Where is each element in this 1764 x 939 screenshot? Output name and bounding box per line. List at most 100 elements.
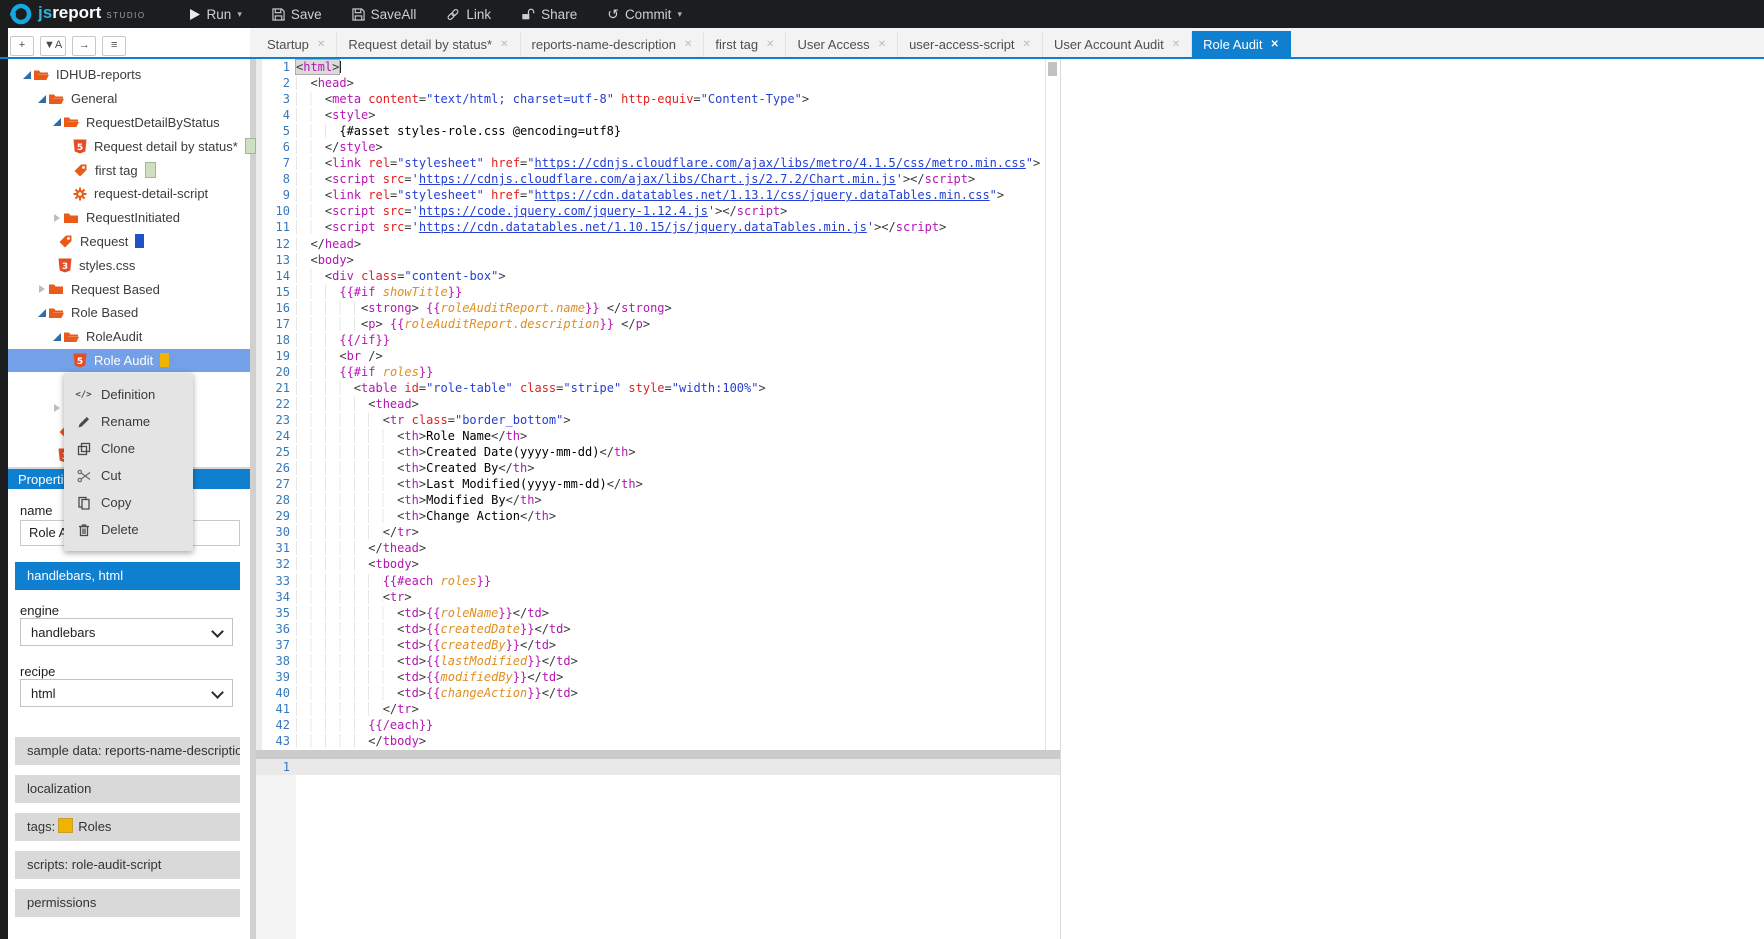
code-line[interactable]: 41 </tr> bbox=[256, 701, 1060, 717]
code-line[interactable]: 37 <td>{{createdBy}}</td> bbox=[256, 637, 1060, 653]
tree-item-general[interactable]: General bbox=[8, 87, 250, 111]
tab-request-detail-by-status-[interactable]: Request detail by status*✕ bbox=[337, 31, 520, 57]
topbar-run-button[interactable]: Run▾ bbox=[188, 7, 242, 22]
code-line[interactable]: 5 {#asset styles-role.css @encoding=utf8… bbox=[256, 123, 1060, 139]
tree-item-request[interactable]: Request bbox=[8, 230, 250, 254]
code-line[interactable]: 43 </tbody> bbox=[256, 733, 1060, 749]
code-line[interactable]: 2 <head> bbox=[256, 75, 1060, 91]
sidebar-toolbar-collapse-button[interactable]: → bbox=[72, 36, 96, 56]
code-line[interactable]: 33 {{#each roles}} bbox=[256, 573, 1060, 589]
topbar-commit-button[interactable]: ↺Commit▾ bbox=[607, 7, 682, 22]
code-line[interactable]: 11 <script src='https://cdn.datatables.n… bbox=[256, 219, 1060, 235]
tree-collapse-arrow-icon[interactable] bbox=[50, 333, 63, 341]
code-line[interactable]: 15 {{#if showTitle}} bbox=[256, 284, 1060, 300]
tree-collapse-arrow-icon[interactable] bbox=[20, 71, 33, 79]
template-type-bar[interactable]: handlebars, html bbox=[15, 562, 240, 590]
code-line[interactable]: 9 <link rel="stylesheet" href="https://c… bbox=[256, 187, 1060, 203]
tab-startup[interactable]: Startup✕ bbox=[256, 31, 337, 57]
tree-item-roleaudit[interactable]: RoleAudit bbox=[8, 325, 250, 349]
tree-item-requestdetailbystatus[interactable]: RequestDetailByStatus bbox=[8, 111, 250, 135]
code-line[interactable]: 7 <link rel="stylesheet" href="https://c… bbox=[256, 155, 1060, 171]
code-line[interactable]: 30 </tr> bbox=[256, 524, 1060, 540]
topbar-link-button[interactable]: Link bbox=[446, 7, 491, 22]
code-line[interactable]: 10 <script src='https://code.jquery.com/… bbox=[256, 203, 1060, 219]
code-line[interactable]: 18 {{/if}} bbox=[256, 332, 1060, 348]
close-icon[interactable]: ✕ bbox=[766, 39, 774, 50]
code-line[interactable]: 36 <td>{{createdDate}}</td> bbox=[256, 621, 1060, 637]
code-line[interactable]: 29 <th>Change Action</th> bbox=[256, 508, 1060, 524]
tab-user-access[interactable]: User Access✕ bbox=[786, 31, 898, 57]
code-line[interactable]: 17 <p> {{roleAuditReport.description}} <… bbox=[256, 316, 1060, 332]
code-line[interactable]: 3 <meta content="text/html; charset=utf-… bbox=[256, 91, 1060, 107]
tab-user-account-audit[interactable]: User Account Audit✕ bbox=[1043, 31, 1192, 57]
tab-first-tag[interactable]: first tag✕ bbox=[704, 31, 786, 57]
code-line[interactable]: 28 <th>Modified By</th> bbox=[256, 492, 1060, 508]
code-line[interactable]: 25 <th>Created Date(yyyy-mm-dd)</th> bbox=[256, 444, 1060, 460]
tree-collapse-arrow-icon[interactable] bbox=[35, 309, 48, 317]
context-menu-item-delete[interactable]: Delete bbox=[64, 516, 193, 543]
code-line[interactable]: 12 </head> bbox=[256, 236, 1060, 252]
code-line[interactable]: 19 <br /> bbox=[256, 348, 1060, 364]
code-line[interactable]: 42 {{/each}} bbox=[256, 717, 1060, 733]
code-line[interactable]: 16 <strong> {{roleAuditReport.name}} </s… bbox=[256, 300, 1060, 316]
code-line[interactable]: 27 <th>Last Modified(yyyy-mm-dd)</th> bbox=[256, 476, 1060, 492]
code-line[interactable]: 6 </style> bbox=[256, 139, 1060, 155]
code-line[interactable]: 24 <th>Role Name</th> bbox=[256, 428, 1060, 444]
tree-item-role-audit[interactable]: 5Role Audit bbox=[8, 349, 250, 373]
code-line[interactable]: 20 {{#if roles}} bbox=[256, 364, 1060, 380]
code-line[interactable]: 13 <body> bbox=[256, 252, 1060, 268]
properties-section-localization[interactable]: localization bbox=[15, 775, 240, 803]
tree-item-idhub-reports[interactable]: IDHUB-reports bbox=[8, 63, 250, 87]
close-icon[interactable]: ✕ bbox=[684, 39, 692, 50]
tree-collapse-arrow-icon[interactable] bbox=[50, 118, 63, 126]
code-line[interactable]: 35 <td>{{roleName}}</td> bbox=[256, 605, 1060, 621]
tree-item-requestinitiated[interactable]: RequestInitiated bbox=[8, 206, 250, 230]
editor-panes-splitter[interactable] bbox=[256, 750, 1060, 759]
code-line[interactable]: 40 <td>{{changeAction}}</td> bbox=[256, 685, 1060, 701]
context-menu-item-rename[interactable]: Rename bbox=[64, 408, 193, 435]
properties-section-permissions[interactable]: permissions bbox=[15, 889, 240, 917]
tree-item-request-detail-script[interactable]: request-detail-script bbox=[8, 182, 250, 206]
tree-expand-arrow-icon[interactable] bbox=[50, 404, 63, 412]
code-line[interactable]: 21 <table id="role-table" class="stripe"… bbox=[256, 380, 1060, 396]
recipe-select[interactable]: html bbox=[20, 679, 233, 707]
code-line[interactable]: 8 <script src='https://cdnjs.cloudflare.… bbox=[256, 171, 1060, 187]
tab-role-audit[interactable]: Role Audit✕ bbox=[1192, 31, 1291, 57]
topbar-save-button[interactable]: Save bbox=[272, 7, 322, 22]
sidebar-toolbar-add-button[interactable]: + bbox=[10, 36, 34, 56]
tree-item-request-based[interactable]: Request Based bbox=[8, 277, 250, 301]
code-line[interactable]: 38 <td>{{lastModified}}</td> bbox=[256, 653, 1060, 669]
engine-select[interactable]: handlebars bbox=[20, 618, 233, 646]
topbar-saveall-button[interactable]: SaveAll bbox=[352, 7, 417, 22]
close-icon[interactable]: ✕ bbox=[317, 39, 325, 50]
helpers-active-line[interactable]: 1 bbox=[256, 759, 1060, 775]
tab-reports-name-description[interactable]: reports-name-description✕ bbox=[521, 31, 705, 57]
properties-section-scripts-role-audit-script[interactable]: scripts: role-audit-script bbox=[15, 851, 240, 879]
code-line[interactable]: 4 <style> bbox=[256, 107, 1060, 123]
tree-item-role-based[interactable]: Role Based bbox=[8, 301, 250, 325]
context-menu-item-copy[interactable]: Copy bbox=[64, 489, 193, 516]
code-line[interactable]: 1<html> bbox=[256, 59, 1060, 75]
context-menu-item-clone[interactable]: Clone bbox=[64, 435, 193, 462]
properties-section-sample-data-reports-name-description[interactable]: sample data: reports-name-description bbox=[15, 737, 240, 765]
editor-vertical-scrollbar[interactable] bbox=[1048, 62, 1057, 76]
tree-collapse-arrow-icon[interactable] bbox=[35, 95, 48, 103]
tree-item-first-tag[interactable]: first tag bbox=[8, 158, 250, 182]
code-line[interactable]: 32 <tbody> bbox=[256, 556, 1060, 572]
context-menu-item-cut[interactable]: Cut bbox=[64, 462, 193, 489]
tree-item-styles-css[interactable]: 3styles.css bbox=[8, 253, 250, 277]
code-line[interactable]: 22 <thead> bbox=[256, 396, 1060, 412]
sidebar-toolbar-menu-button[interactable]: ≡ bbox=[102, 36, 126, 56]
tree-expand-arrow-icon[interactable] bbox=[50, 214, 63, 222]
template-code-pane[interactable]: 1<html>2 <head>3 <meta content="text/htm… bbox=[256, 59, 1060, 750]
code-line[interactable]: 34 <tr> bbox=[256, 589, 1060, 605]
close-icon[interactable]: ✕ bbox=[878, 39, 886, 50]
code-line[interactable]: 39 <td>{{modifiedBy}}</td> bbox=[256, 669, 1060, 685]
code-line[interactable]: 26 <th>Created By</th> bbox=[256, 460, 1060, 476]
helpers-pane[interactable]: 1 bbox=[256, 759, 1060, 939]
sidebar-editor-splitter[interactable] bbox=[250, 59, 256, 939]
close-icon[interactable]: ✕ bbox=[1172, 39, 1180, 50]
close-icon[interactable]: ✕ bbox=[1023, 39, 1031, 50]
code-line[interactable]: 31 </thead> bbox=[256, 540, 1060, 556]
tree-item-request-detail-by-status-[interactable]: 5Request detail by status* bbox=[8, 134, 250, 158]
